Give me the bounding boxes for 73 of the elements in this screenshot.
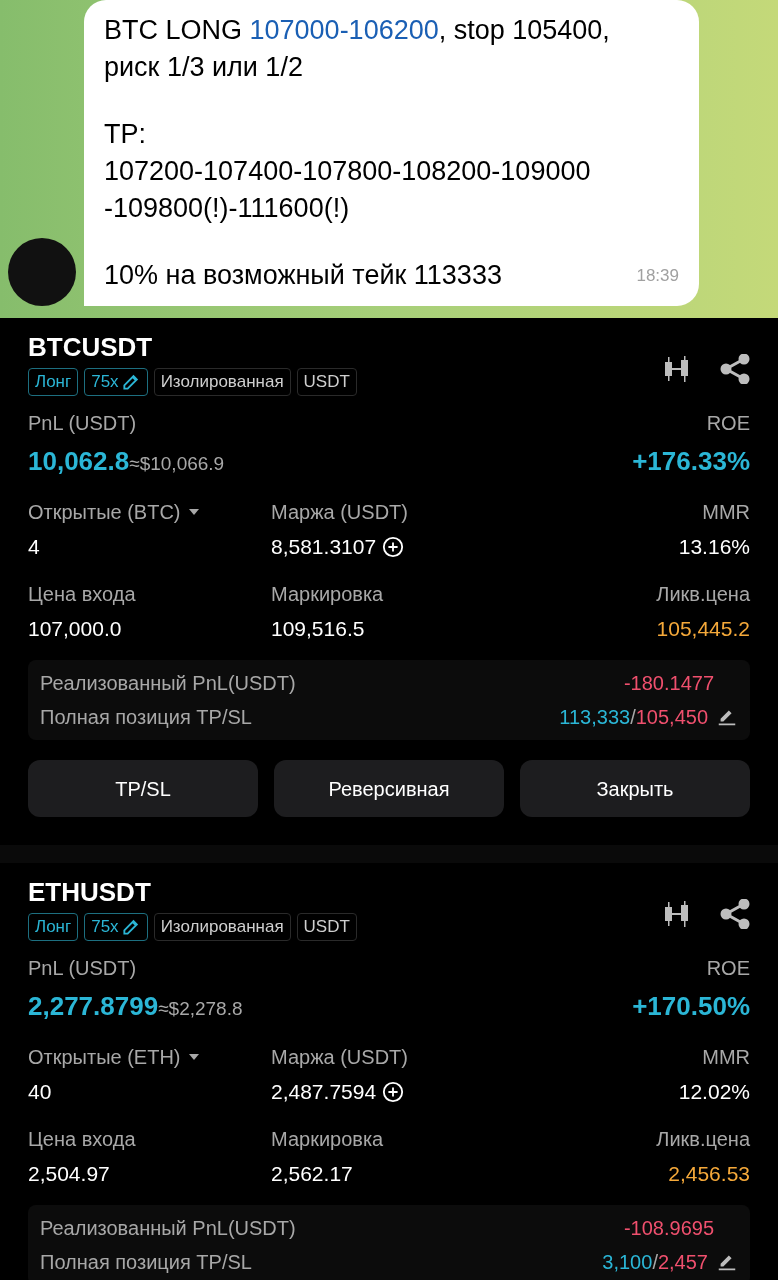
pnl-value: 10,062.8 bbox=[28, 445, 130, 478]
take-profit-value: 113,333 bbox=[559, 705, 631, 730]
separator-slash: / bbox=[652, 1250, 658, 1275]
dropdown-caret-icon[interactable] bbox=[188, 509, 199, 515]
stat-label: Маркировка bbox=[271, 581, 384, 607]
stat-label: MMR bbox=[702, 1045, 750, 1070]
add-circle-icon[interactable] bbox=[382, 1080, 405, 1103]
stat-label: Цена входа bbox=[28, 581, 136, 607]
roe-value: +170.50% bbox=[632, 990, 750, 1023]
symbol-title: BTCUSDT bbox=[28, 334, 154, 360]
message-text: риск 1/3 или 1/2 bbox=[104, 51, 303, 84]
separator-slash: / bbox=[630, 705, 636, 730]
take-profit-value: 3,100 bbox=[602, 1250, 653, 1275]
realized-pnl-label: Реализованный PnL(USDT) bbox=[40, 1216, 296, 1241]
stat-value: 105,445.2 bbox=[656, 615, 750, 642]
stat-label: Ликв.цена bbox=[656, 581, 750, 607]
action-button[interactable]: Закрыть bbox=[520, 760, 750, 817]
action-button[interactable]: Реверсивная bbox=[274, 760, 504, 817]
stat-value: 109,516.5 bbox=[271, 615, 365, 642]
stat-label: Ликв.цена bbox=[656, 1126, 750, 1152]
tag-label: 75x bbox=[91, 371, 119, 394]
stat-value: 12.02% bbox=[678, 1079, 750, 1105]
stat-label: Маржа (USDT) bbox=[271, 500, 408, 525]
stop-loss-value: 2,457 bbox=[657, 1250, 708, 1275]
stat-label: MMR bbox=[702, 500, 750, 525]
tag-label: 75x bbox=[91, 916, 119, 939]
add-circle-icon[interactable] bbox=[382, 535, 405, 558]
pnl-usd-value: ≈$10,066.9 bbox=[129, 453, 225, 476]
stat-value: 2,504.97 bbox=[28, 1160, 110, 1187]
message-text: BTC LONG 107000-106200, stop 105400, bbox=[104, 14, 610, 47]
realized-pnl-value: -180.1477 bbox=[623, 671, 715, 696]
tag-label: Изолированная bbox=[160, 916, 284, 939]
stat-value: 4 bbox=[28, 534, 40, 560]
stat-label: Открытые (BTC) bbox=[28, 500, 181, 525]
tag-label: Изолированная bbox=[160, 371, 284, 394]
stat-label: Маркировка bbox=[271, 1126, 384, 1152]
share-icon[interactable] bbox=[720, 354, 750, 384]
stat-label: Маржа (USDT) bbox=[271, 1045, 408, 1070]
dropdown-caret-icon[interactable] bbox=[188, 1054, 199, 1060]
message-text: 10% на возможный тейк 113333 bbox=[104, 259, 502, 292]
roe-label: ROE bbox=[706, 956, 750, 981]
realized-pnl-label: Реализованный PnL(USDT) bbox=[40, 671, 296, 696]
tpsl-label: Полная позиция TP/SL bbox=[40, 1250, 252, 1275]
action-button[interactable]: TP/SL bbox=[28, 760, 258, 817]
pnl-label: PnL (USDT) bbox=[28, 411, 138, 436]
realized-pnl-value: -108.9695 bbox=[623, 1216, 715, 1241]
stat-value: 107,000.0 bbox=[28, 615, 122, 642]
symbol-title: ETHUSDT bbox=[28, 879, 152, 905]
stop-loss-value: 105,450 bbox=[635, 705, 708, 730]
stat-value: 2,456.53 bbox=[668, 1160, 750, 1187]
tpsl-label: Полная позиция TP/SL bbox=[40, 705, 252, 730]
tag-label: USDT bbox=[303, 371, 350, 394]
message-text: 107200-107400-107800-108200-109000 bbox=[104, 155, 591, 188]
share-icon[interactable] bbox=[720, 899, 750, 929]
pnl-label: PnL (USDT) bbox=[28, 956, 138, 981]
stat-label: Цена входа bbox=[28, 1126, 136, 1152]
tag-label: Лонг bbox=[35, 371, 72, 394]
stat-value: 8,581.3107 bbox=[271, 534, 377, 560]
pnl-value: 2,277.8799 bbox=[28, 990, 159, 1023]
roe-label: ROE bbox=[706, 411, 750, 436]
stat-value: 2,487.7594 bbox=[271, 1079, 377, 1105]
message-time: 18:39 bbox=[636, 265, 679, 287]
roe-value: +176.33% bbox=[632, 445, 750, 478]
tag-label: Лонг bbox=[35, 916, 72, 939]
stat-value: 40 bbox=[28, 1079, 52, 1105]
stat-value: 13.16% bbox=[678, 534, 750, 560]
stat-value: 2,562.17 bbox=[271, 1160, 353, 1187]
pnl-usd-value: ≈$2,278.8 bbox=[158, 998, 243, 1021]
tag-label: USDT bbox=[303, 916, 350, 939]
message-text: -109800(!)-111600(!) bbox=[104, 192, 350, 225]
message-text: TP: bbox=[104, 118, 146, 151]
message-link[interactable]: 107000-106200 bbox=[249, 15, 439, 45]
stat-label: Открытые (ETH) bbox=[28, 1045, 181, 1070]
